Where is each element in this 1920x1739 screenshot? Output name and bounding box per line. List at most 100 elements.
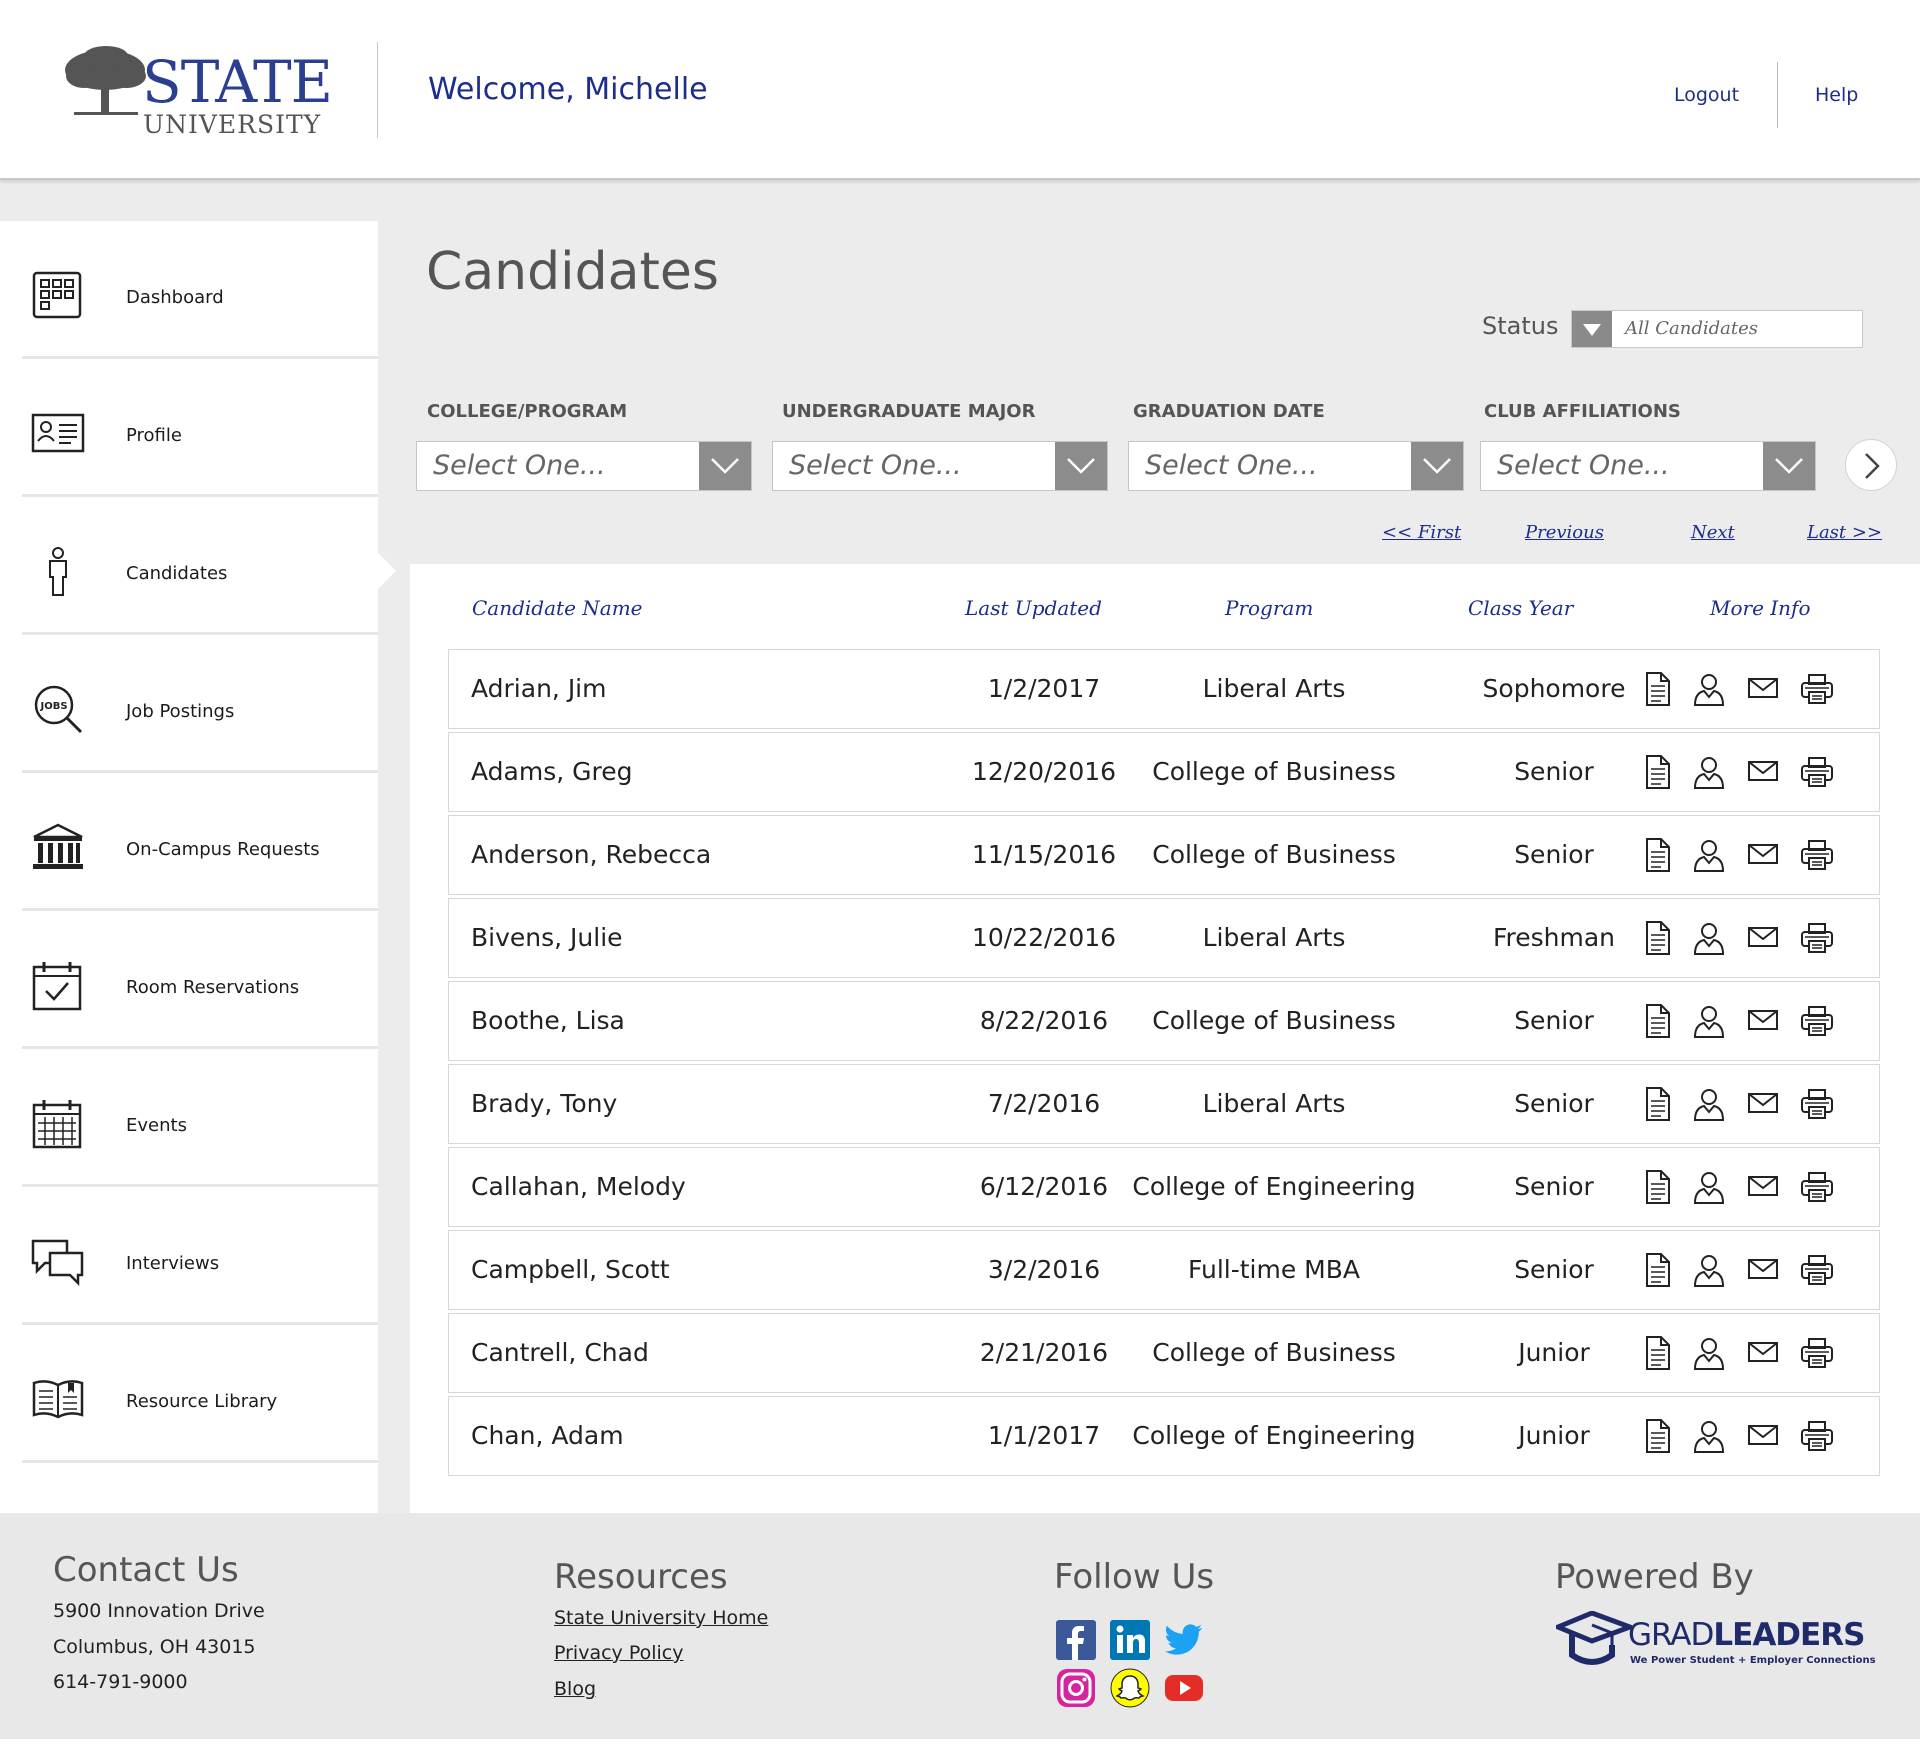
print-icon[interactable]	[1799, 836, 1835, 874]
candidate-name-cell[interactable]: Callahan, Melody	[471, 1172, 686, 1201]
sidebar-item-interviews[interactable]: Interviews	[22, 1187, 378, 1325]
candidate-name-cell[interactable]: Cantrell, Chad	[471, 1338, 649, 1367]
pager-last-link[interactable]: Last >>	[1807, 522, 1882, 543]
club-affiliations-select[interactable]: Select One...	[1480, 441, 1816, 491]
sidebar-item-job-postings[interactable]: JOBS Job Postings	[22, 635, 378, 773]
document-icon[interactable]	[1639, 670, 1675, 708]
print-icon[interactable]	[1799, 1417, 1835, 1455]
sidebar-item-profile[interactable]: Profile	[22, 359, 378, 497]
mail-icon[interactable]	[1745, 1002, 1781, 1040]
profile-icon[interactable]	[1691, 1251, 1727, 1289]
dropdown-button[interactable]	[1055, 442, 1107, 490]
pager-next-link[interactable]: Next	[1691, 522, 1735, 543]
mail-icon[interactable]	[1745, 836, 1781, 874]
document-icon[interactable]	[1639, 1251, 1675, 1289]
college-program-select[interactable]: Select One...	[416, 441, 752, 491]
dropdown-button[interactable]	[1763, 442, 1815, 490]
pager-first-link[interactable]: << First	[1382, 522, 1461, 543]
document-icon[interactable]	[1639, 1168, 1675, 1206]
column-header-class-year[interactable]: Class Year	[1468, 596, 1573, 620]
column-header-program[interactable]: Program	[1225, 596, 1313, 620]
document-icon[interactable]	[1639, 1085, 1675, 1123]
facebook-icon[interactable]	[1056, 1620, 1096, 1660]
document-icon[interactable]	[1639, 919, 1675, 957]
help-link[interactable]: Help	[1815, 84, 1858, 106]
snapchat-icon[interactable]	[1110, 1668, 1150, 1708]
sidebar-item-candidates[interactable]: Candidates	[22, 497, 378, 635]
document-icon[interactable]	[1639, 1334, 1675, 1372]
profile-icon[interactable]	[1691, 919, 1727, 957]
table-row[interactable]: Adrian, Jim 1/2/2017 Liberal Arts Sophomore	[448, 649, 1880, 729]
footer-link-state-university-home[interactable]: State University Home	[554, 1607, 768, 1629]
document-icon[interactable]	[1639, 1417, 1675, 1455]
mail-icon[interactable]	[1745, 1334, 1781, 1372]
status-select[interactable]: All Candidates	[1571, 310, 1863, 348]
print-icon[interactable]	[1799, 1251, 1835, 1289]
profile-icon[interactable]	[1691, 1002, 1727, 1040]
print-icon[interactable]	[1799, 670, 1835, 708]
table-row[interactable]: Cantrell, Chad 2/21/2016 College of Busine…	[448, 1313, 1880, 1393]
mail-icon[interactable]	[1745, 1085, 1781, 1123]
table-row[interactable]: Adams, Greg 12/20/2016 College of Business…	[448, 732, 1880, 812]
table-row[interactable]: Boothe, Lisa 8/22/2016 College of Business…	[448, 981, 1880, 1061]
mail-icon[interactable]	[1745, 670, 1781, 708]
candidate-name-cell[interactable]: Anderson, Rebecca	[471, 840, 711, 869]
document-icon[interactable]	[1639, 753, 1675, 791]
candidate-name-cell[interactable]: Brady, Tony	[471, 1089, 617, 1118]
sidebar-item-dashboard[interactable]: Dashboard	[22, 221, 378, 359]
mail-icon[interactable]	[1745, 919, 1781, 957]
column-header-candidate-name[interactable]: Candidate Name	[472, 596, 643, 620]
status-dropdown-icon[interactable]	[1572, 311, 1612, 347]
print-icon[interactable]	[1799, 919, 1835, 957]
table-row[interactable]: Brady, Tony 7/2/2016 Liberal Arts Senior	[448, 1064, 1880, 1144]
document-icon[interactable]	[1639, 836, 1675, 874]
print-icon[interactable]	[1799, 1334, 1835, 1372]
candidate-name-cell[interactable]: Boothe, Lisa	[471, 1006, 625, 1035]
table-row[interactable]: Anderson, Rebecca 11/15/2016 College of Bu…	[448, 815, 1880, 895]
gradleaders-logo[interactable]: GRADLEADERS We Power Student + Employer …	[1556, 1611, 1876, 1675]
footer-link-blog[interactable]: Blog	[554, 1678, 596, 1700]
print-icon[interactable]	[1799, 1002, 1835, 1040]
sidebar-item-on-campus-requests[interactable]: On-Campus Requests	[22, 773, 378, 911]
print-icon[interactable]	[1799, 1085, 1835, 1123]
candidate-name-cell[interactable]: Adams, Greg	[471, 757, 632, 786]
candidate-name-cell[interactable]: Chan, Adam	[471, 1421, 624, 1450]
sidebar-item-events[interactable]: Events	[22, 1049, 378, 1187]
dropdown-button[interactable]	[699, 442, 751, 490]
profile-icon[interactable]	[1691, 1085, 1727, 1123]
profile-icon[interactable]	[1691, 1417, 1727, 1455]
filters-next-button[interactable]	[1845, 439, 1897, 491]
pager-previous-link[interactable]: Previous	[1525, 522, 1604, 543]
profile-icon[interactable]	[1691, 1334, 1727, 1372]
logout-link[interactable]: Logout	[1674, 84, 1739, 106]
mail-icon[interactable]	[1745, 1251, 1781, 1289]
mail-icon[interactable]	[1745, 753, 1781, 791]
candidate-name-cell[interactable]: Campbell, Scott	[471, 1255, 670, 1284]
graduation-date-select[interactable]: Select One...	[1128, 441, 1464, 491]
youtube-icon[interactable]	[1164, 1668, 1204, 1708]
table-row[interactable]: Callahan, Melody 6/12/2016 College of Engi…	[448, 1147, 1880, 1227]
document-icon[interactable]	[1639, 1002, 1675, 1040]
twitter-icon[interactable]	[1164, 1620, 1204, 1660]
mail-icon[interactable]	[1745, 1417, 1781, 1455]
candidate-name-cell[interactable]: Adrian, Jim	[471, 674, 607, 703]
dropdown-button[interactable]	[1411, 442, 1463, 490]
table-row[interactable]: Chan, Adam 1/1/2017 College of Engineering…	[448, 1396, 1880, 1476]
profile-icon[interactable]	[1691, 1168, 1727, 1206]
mail-icon[interactable]	[1745, 1168, 1781, 1206]
profile-icon[interactable]	[1691, 753, 1727, 791]
candidate-name-cell[interactable]: Bivens, Julie	[471, 923, 623, 952]
instagram-icon[interactable]	[1056, 1668, 1096, 1708]
sidebar-item-room-reservations[interactable]: Room Reservations	[22, 911, 378, 1049]
linkedin-icon[interactable]	[1110, 1620, 1150, 1660]
profile-icon[interactable]	[1691, 670, 1727, 708]
table-row[interactable]: Bivens, Julie 10/22/2016 Liberal Arts Fresh…	[448, 898, 1880, 978]
column-header-last-updated[interactable]: Last Updated	[965, 596, 1102, 620]
footer-link-privacy-policy[interactable]: Privacy Policy	[554, 1642, 683, 1664]
print-icon[interactable]	[1799, 753, 1835, 791]
undergraduate-major-select[interactable]: Select One...	[772, 441, 1108, 491]
profile-icon[interactable]	[1691, 836, 1727, 874]
table-row[interactable]: Campbell, Scott 3/2/2016 Full-time MBA Seni…	[448, 1230, 1880, 1310]
sidebar-item-resource-library[interactable]: Resource Library	[22, 1325, 378, 1463]
state-university-logo[interactable]: STATE UNIVERSITY	[62, 44, 333, 144]
